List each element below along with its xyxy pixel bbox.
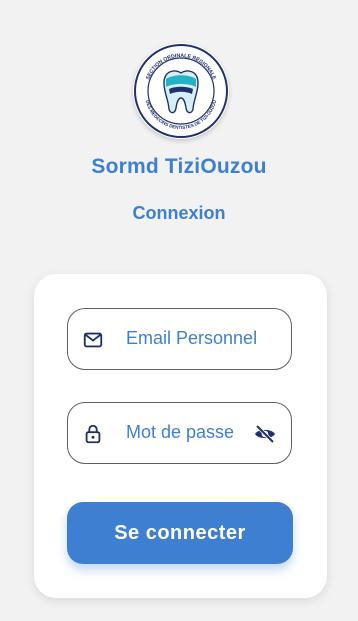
lock-icon [82, 423, 104, 445]
app-title: Sormd TiziOuzou [91, 155, 267, 178]
sormd-logo: SECTION ORDINALE RÉGIONALE DES MEDECINS … [133, 43, 229, 139]
page-subtitle: Connexion [132, 203, 226, 223]
login-button[interactable]: Se connecter [67, 502, 293, 564]
sormd-logo-graphic: SECTION ORDINALE RÉGIONALE DES MEDECINS … [134, 44, 228, 138]
email-field[interactable]: Email Personnel [67, 308, 292, 370]
password-field-text: Mot de passe [126, 422, 235, 442]
mail-icon [82, 329, 104, 351]
eye-off-icon[interactable] [253, 422, 277, 446]
email-field-text: Email Personnel [126, 328, 258, 348]
login-screen: SECTION ORDINALE RÉGIONALE DES MEDECINS … [0, 0, 358, 621]
login-card: Email Personnel Mot de passe Se connecte… [34, 274, 327, 598]
password-field[interactable]: Mot de passe [67, 402, 292, 464]
